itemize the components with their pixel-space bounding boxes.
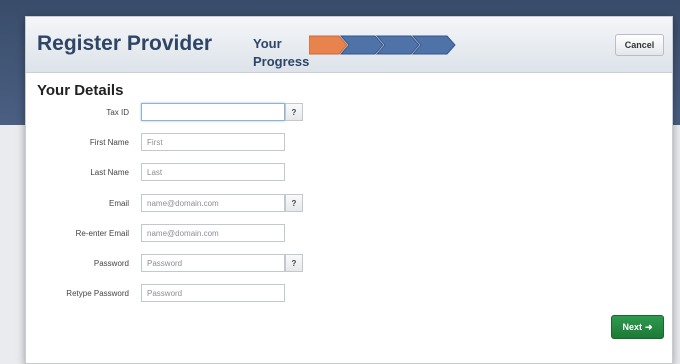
password-row: Password ?	[26, 254, 672, 274]
dialog-header: Register Provider Your Progress Cancel	[26, 17, 672, 73]
tax-id-row: Tax ID ?	[26, 103, 672, 123]
last-name-row: Last Name	[26, 163, 672, 183]
email-input[interactable]	[141, 194, 285, 212]
last-name-input[interactable]	[141, 163, 285, 181]
password-label: Password	[93, 259, 129, 268]
section-title: Your Details	[37, 82, 124, 99]
tax-id-help-icon[interactable]: ?	[285, 103, 303, 121]
cancel-button[interactable]: Cancel	[615, 34, 664, 56]
reenter-email-label: Re-enter Email	[75, 229, 129, 238]
email-label: Email	[108, 199, 129, 208]
password-help-icon[interactable]: ?	[285, 254, 303, 272]
first-name-row: First Name	[26, 133, 672, 153]
progress-indicator	[309, 35, 456, 55]
first-name-input[interactable]	[141, 133, 285, 151]
register-provider-dialog: Register Provider Your Progress Cancel Y…	[25, 16, 673, 364]
first-name-label: First Name	[89, 138, 129, 147]
arrow-right-icon: ➜	[644, 321, 653, 332]
reenter-email-row: Re-enter Email	[26, 224, 672, 244]
tax-id-input[interactable]	[141, 103, 285, 121]
progress-label: Your Progress	[253, 36, 310, 69]
next-button[interactable]: Next ➜	[611, 315, 664, 339]
next-button-label: Next	[622, 322, 642, 332]
retype-password-row: Retype Password	[26, 284, 672, 304]
email-row: Email ?	[26, 194, 672, 214]
retype-password-label: Retype Password	[66, 289, 129, 298]
email-help-icon[interactable]: ?	[285, 194, 303, 212]
password-input[interactable]	[141, 254, 285, 272]
last-name-label: Last Name	[90, 168, 129, 177]
dialog-title: Register Provider	[37, 32, 213, 55]
retype-password-input[interactable]	[141, 284, 285, 302]
progress-step-1	[309, 35, 348, 55]
tax-id-label: Tax ID	[106, 108, 129, 117]
reenter-email-input[interactable]	[141, 224, 285, 242]
